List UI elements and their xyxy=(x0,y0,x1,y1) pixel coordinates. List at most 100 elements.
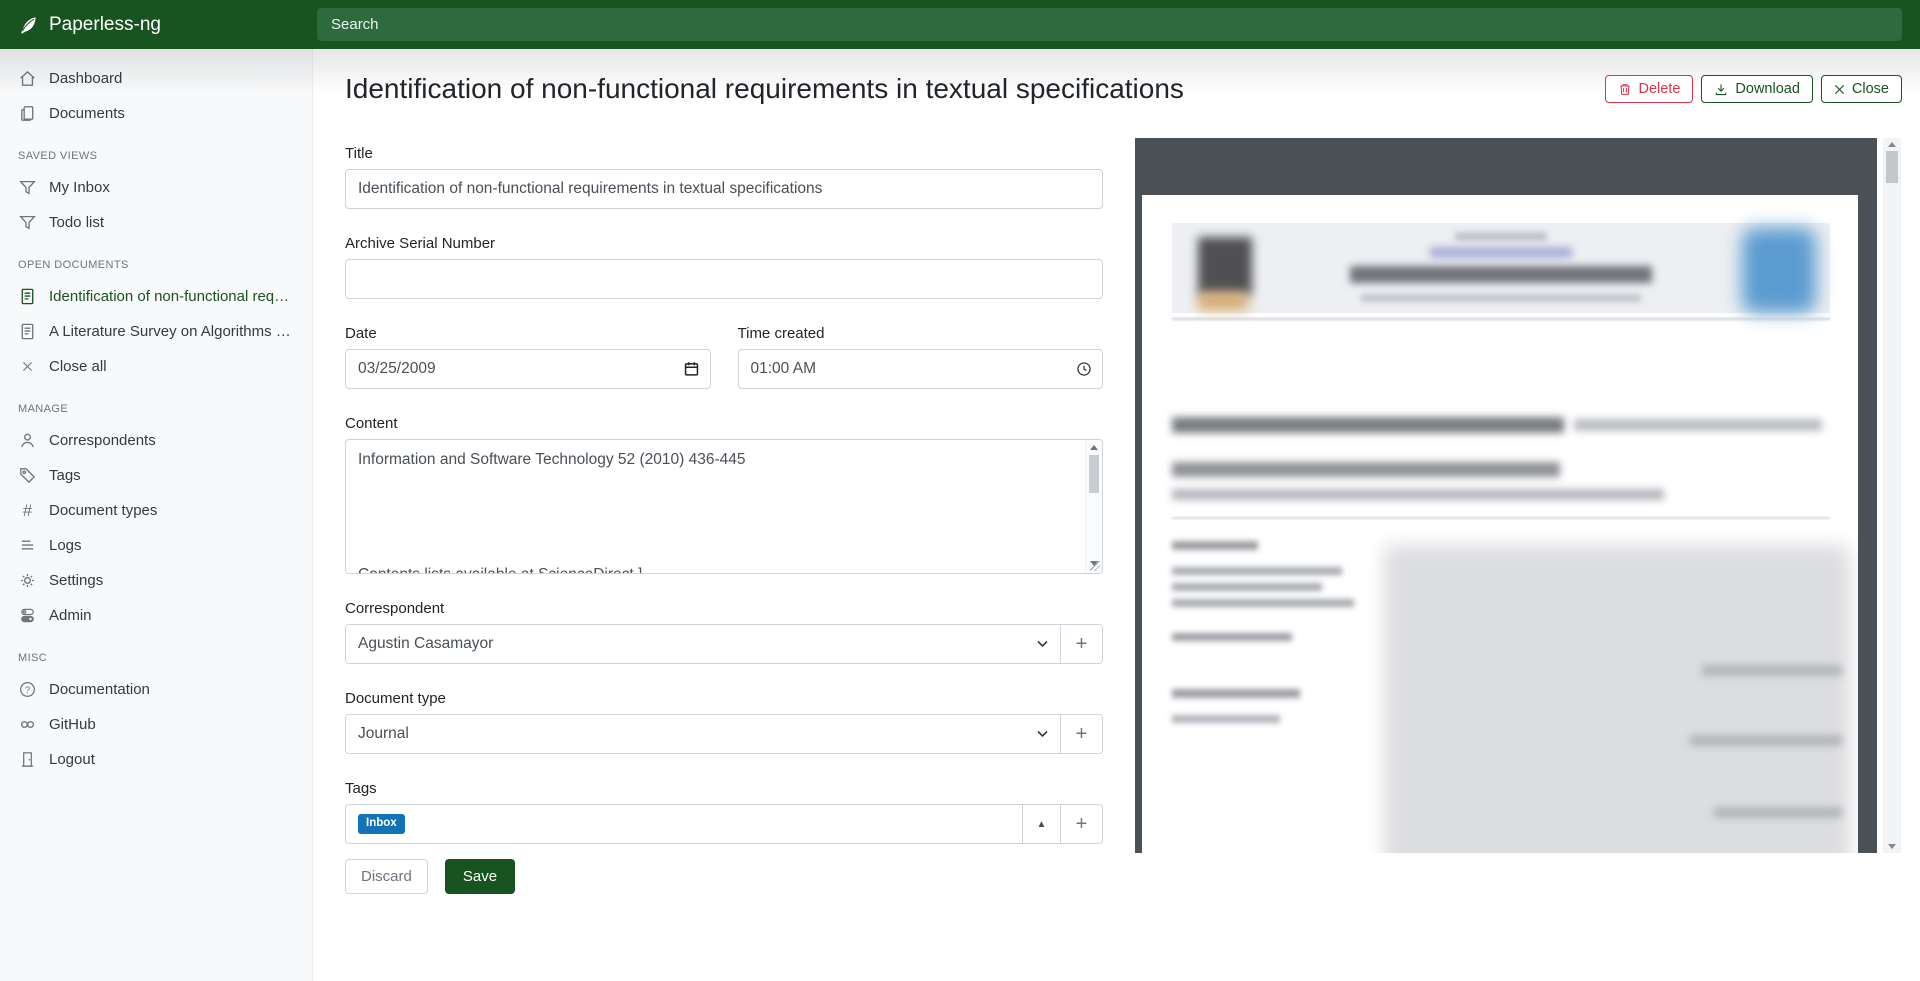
sidebar-open-doc-1[interactable]: Identification of non-functional require… xyxy=(0,279,312,314)
clock-icon[interactable] xyxy=(1076,361,1092,377)
chevron-down-icon xyxy=(1037,635,1048,653)
scroll-up-icon[interactable] xyxy=(1888,142,1896,147)
section-misc: MISC xyxy=(0,633,312,672)
correspondent-select[interactable]: Agustin Casamayor xyxy=(345,624,1061,664)
sidebar-item-documents[interactable]: Documents xyxy=(0,96,312,131)
content-textarea[interactable]: Information and Software Technology 52 (… xyxy=(345,439,1103,574)
question-circle-icon: ? xyxy=(18,680,37,699)
list-icon xyxy=(18,536,37,555)
document-type-select[interactable]: Journal xyxy=(345,714,1061,754)
document-edit-form: Title Archive Serial Number Date xyxy=(345,145,1103,894)
save-button[interactable]: Save xyxy=(445,859,515,894)
add-correspondent-button[interactable]: + xyxy=(1060,624,1103,664)
brand-name: Paperless-ng xyxy=(49,14,161,36)
sidebar-item-github[interactable]: GitHub xyxy=(0,707,312,742)
sidebar-item-admin[interactable]: Admin xyxy=(0,598,312,633)
sidebar-item-documentation[interactable]: ? Documentation xyxy=(0,672,312,707)
tags-input[interactable]: Inbox xyxy=(345,804,1023,844)
feather-icon xyxy=(18,15,38,35)
blurred-affiliation xyxy=(1172,489,1664,500)
sidebar-item-settings[interactable]: Settings xyxy=(0,563,312,598)
asn-label: Archive Serial Number xyxy=(345,235,1103,252)
download-icon xyxy=(1714,82,1728,97)
filter-icon xyxy=(18,178,37,197)
pdf-scrollbar[interactable] xyxy=(1883,138,1901,853)
svg-text:?: ? xyxy=(25,685,30,696)
file-text-icon xyxy=(18,322,37,341)
pdf-viewer xyxy=(1135,138,1877,853)
gear-icon xyxy=(18,571,37,590)
top-navbar: Paperless-ng xyxy=(0,0,1920,49)
pdf-preview xyxy=(1135,138,1901,853)
delete-button[interactable]: Delete xyxy=(1605,75,1694,103)
brand-link[interactable]: Paperless-ng xyxy=(0,14,313,36)
resize-grip[interactable] xyxy=(1090,561,1100,571)
field-document-type: Document type Journal + xyxy=(345,690,1103,754)
field-time: Time created xyxy=(738,325,1104,389)
field-title: Title xyxy=(345,145,1103,209)
blurred-journal-title xyxy=(1350,266,1652,283)
document-type-label: Document type xyxy=(345,690,1103,707)
tag-icon xyxy=(18,466,37,485)
caret-up-icon: ▲ xyxy=(1037,819,1047,830)
calendar-icon[interactable] xyxy=(683,361,700,378)
hash-icon: # xyxy=(18,501,37,520)
asn-input[interactable] xyxy=(345,259,1103,299)
close-icon xyxy=(1834,84,1845,95)
sidebar-item-dashboard[interactable]: Dashboard xyxy=(0,61,312,96)
title-input[interactable] xyxy=(345,169,1103,209)
blurred-line xyxy=(1172,567,1342,575)
sidebar-item-todo-list[interactable]: Todo list xyxy=(0,205,312,240)
time-input[interactable] xyxy=(738,349,1104,389)
pdf-toolbar[interactable] xyxy=(1135,138,1877,195)
house-icon xyxy=(18,69,37,88)
blurred-line xyxy=(1172,541,1258,550)
date-input[interactable] xyxy=(345,349,711,389)
sidebar-item-logs[interactable]: Logs xyxy=(0,528,312,563)
sidebar-item-my-inbox[interactable]: My Inbox xyxy=(0,170,312,205)
scroll-down-icon[interactable] xyxy=(1888,844,1896,849)
content-scrollbar[interactable] xyxy=(1085,440,1102,573)
toggles-icon xyxy=(18,606,37,625)
file-text-icon xyxy=(18,287,37,306)
chevron-down-icon xyxy=(1037,725,1048,743)
sidebar-item-document-types[interactable]: # Document types xyxy=(0,493,312,528)
download-button[interactable]: Download xyxy=(1701,75,1813,103)
sidebar-item-close-all[interactable]: Close all xyxy=(0,349,312,384)
search-input[interactable] xyxy=(317,8,1902,41)
journal-banner xyxy=(1172,223,1830,313)
scroll-up-icon[interactable] xyxy=(1090,445,1098,450)
blurred-line xyxy=(1361,294,1641,302)
main-content: Identification of non-functional require… xyxy=(314,49,1920,981)
pdf-page xyxy=(1142,195,1858,853)
divider xyxy=(1172,517,1830,519)
document-actions: Delete Download Close xyxy=(1605,75,1903,103)
blurred-line xyxy=(1714,807,1842,818)
sidebar-item-tags[interactable]: Tags xyxy=(0,458,312,493)
sidebar-open-doc-2[interactable]: A Literature Survey on Algorithms for Mu… xyxy=(0,314,312,349)
content-scroll-thumb[interactable] xyxy=(1089,455,1099,493)
add-tag-button[interactable]: + xyxy=(1060,804,1103,844)
tag-badge-inbox[interactable]: Inbox xyxy=(358,814,405,834)
blurred-line xyxy=(1172,689,1300,698)
pdf-scroll-thumb[interactable] xyxy=(1886,151,1898,183)
close-button[interactable]: Close xyxy=(1821,75,1902,103)
sidebar: Dashboard Documents SAVED VIEWS My Inbox xyxy=(0,49,313,981)
sidebar-item-logout[interactable]: Logout xyxy=(0,742,312,777)
add-document-type-button[interactable]: + xyxy=(1060,714,1103,754)
blurred-line xyxy=(1455,232,1547,241)
journal-logo xyxy=(1742,228,1816,313)
content-label: Content xyxy=(345,415,1103,432)
blurred-line xyxy=(1702,665,1842,676)
collapse-tags-button[interactable]: ▲ xyxy=(1022,804,1061,844)
person-icon xyxy=(18,431,37,450)
section-manage: MANAGE xyxy=(0,384,312,423)
sidebar-item-correspondents[interactable]: Correspondents xyxy=(0,423,312,458)
x-icon xyxy=(18,357,37,376)
field-correspondent: Correspondent Agustin Casamayor + xyxy=(345,600,1103,664)
discard-button[interactable]: Discard xyxy=(345,859,428,894)
publisher-logo xyxy=(1198,237,1252,295)
section-open-documents: OPEN DOCUMENTS xyxy=(0,240,312,279)
documents-icon xyxy=(18,104,37,123)
field-content: Content Information and Software Technol… xyxy=(345,415,1103,574)
